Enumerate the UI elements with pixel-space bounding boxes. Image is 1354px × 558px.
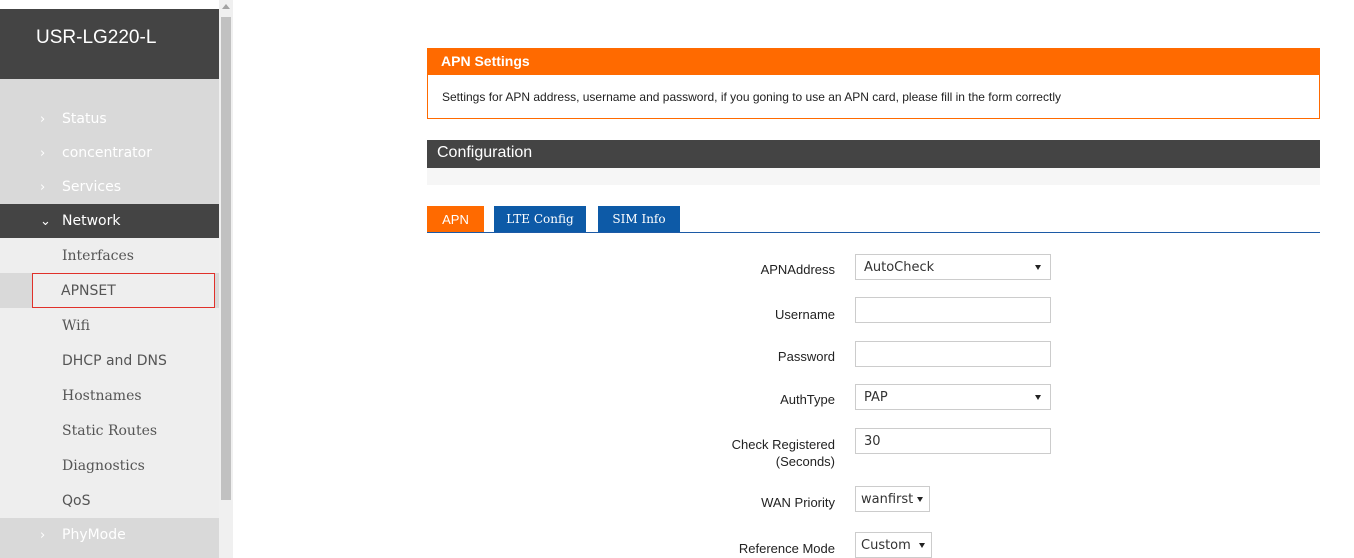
tab-apn[interactable]: APN (427, 206, 484, 232)
chevron-right-icon: › (40, 527, 46, 543)
password-label: Password (777, 349, 835, 364)
sidebar: USR-LG220-L › Status › concentrator › Se… (0, 9, 219, 558)
main-content: APN Settings Settings for APN address, u… (233, 0, 1354, 558)
chevron-right-icon: › (40, 111, 46, 127)
chevron-right-icon: › (40, 179, 46, 195)
nav-sub-static-routes[interactable]: Static Routes (0, 413, 219, 448)
dropdown-caret-icon (919, 543, 925, 548)
nav-item-status[interactable]: › Status (0, 102, 219, 136)
tab-sim-info[interactable]: SIM Info (598, 206, 680, 232)
dropdown-caret-icon (1035, 395, 1041, 400)
scrollbar-thumb[interactable] (221, 17, 231, 500)
nav-sub-hostnames[interactable]: Hostnames (0, 378, 219, 413)
nav-item-label: Services (62, 179, 122, 195)
nav-spacer (0, 79, 219, 102)
apn-settings-panel: APN Settings Settings for APN address, u… (427, 48, 1320, 119)
chevron-right-icon: › (40, 145, 46, 161)
nav-item-label: Status (62, 111, 107, 127)
apn-settings-description: Settings for APN address, username and p… (442, 90, 1061, 104)
wan-priority-value: wanfirst (861, 492, 914, 507)
check-registered-label-text: Check Registered (731, 437, 835, 452)
nav-sub-diagnostics[interactable]: Diagnostics (0, 448, 219, 483)
nav-item-services[interactable]: › Services (0, 170, 219, 204)
nav-sub-qos[interactable]: QoS (0, 483, 219, 518)
nav-item-label: concentrator (62, 145, 152, 161)
nav-item-label: PhyMode (62, 527, 126, 543)
username-label: Username (775, 307, 835, 322)
nav-item-label: Network (62, 213, 121, 229)
nav-sub-interfaces[interactable]: Interfaces (0, 238, 219, 273)
dropdown-caret-icon (1035, 265, 1041, 270)
tab-lte-config[interactable]: LTE Config (494, 206, 586, 232)
nav-item-network[interactable]: ⌄ Network (0, 204, 219, 238)
nav-sub-wifi[interactable]: Wifi (0, 308, 219, 343)
reference-mode-label: Reference Mode (738, 541, 835, 556)
brand-title: USR-LG220-L (0, 9, 219, 79)
apn-settings-title: APN Settings (428, 49, 1319, 75)
nav-item-concentrator[interactable]: › concentrator (0, 136, 219, 170)
sidebar-scrollbar[interactable] (219, 0, 233, 558)
nav-sub-dhcp-dns[interactable]: DHCP and DNS (0, 343, 219, 378)
configuration-strip (427, 168, 1320, 185)
check-registered-unit: (Seconds) (775, 454, 835, 469)
wan-priority-select[interactable]: wanfirst (855, 486, 930, 512)
reference-mode-select[interactable]: Custom (855, 532, 932, 558)
configuration-header: Configuration (427, 140, 1320, 168)
check-registered-input[interactable]: 30 (855, 428, 1051, 454)
chevron-down-icon: ⌄ (40, 213, 51, 229)
apn-address-select[interactable]: AutoCheck (855, 254, 1051, 280)
check-registered-label: Check Registered (Seconds) (695, 436, 835, 470)
scroll-up-arrow-icon[interactable] (222, 4, 230, 9)
apn-address-label: APNAddress (760, 262, 835, 277)
wan-priority-label: WAN Priority (761, 495, 835, 510)
authtype-value: PAP (864, 390, 888, 405)
username-input[interactable] (855, 297, 1051, 323)
dropdown-caret-icon (917, 497, 923, 502)
apn-address-value: AutoCheck (864, 260, 935, 275)
nav-sub-apnset[interactable]: APNSET (32, 273, 215, 308)
authtype-label: AuthType (780, 392, 835, 407)
tab-bar: APN LTE Config SIM Info (427, 206, 1320, 233)
authtype-select[interactable]: PAP (855, 384, 1051, 410)
reference-mode-value: Custom (861, 538, 911, 553)
password-input[interactable] (855, 341, 1051, 367)
nav-item-phymode[interactable]: › PhyMode (0, 518, 219, 552)
